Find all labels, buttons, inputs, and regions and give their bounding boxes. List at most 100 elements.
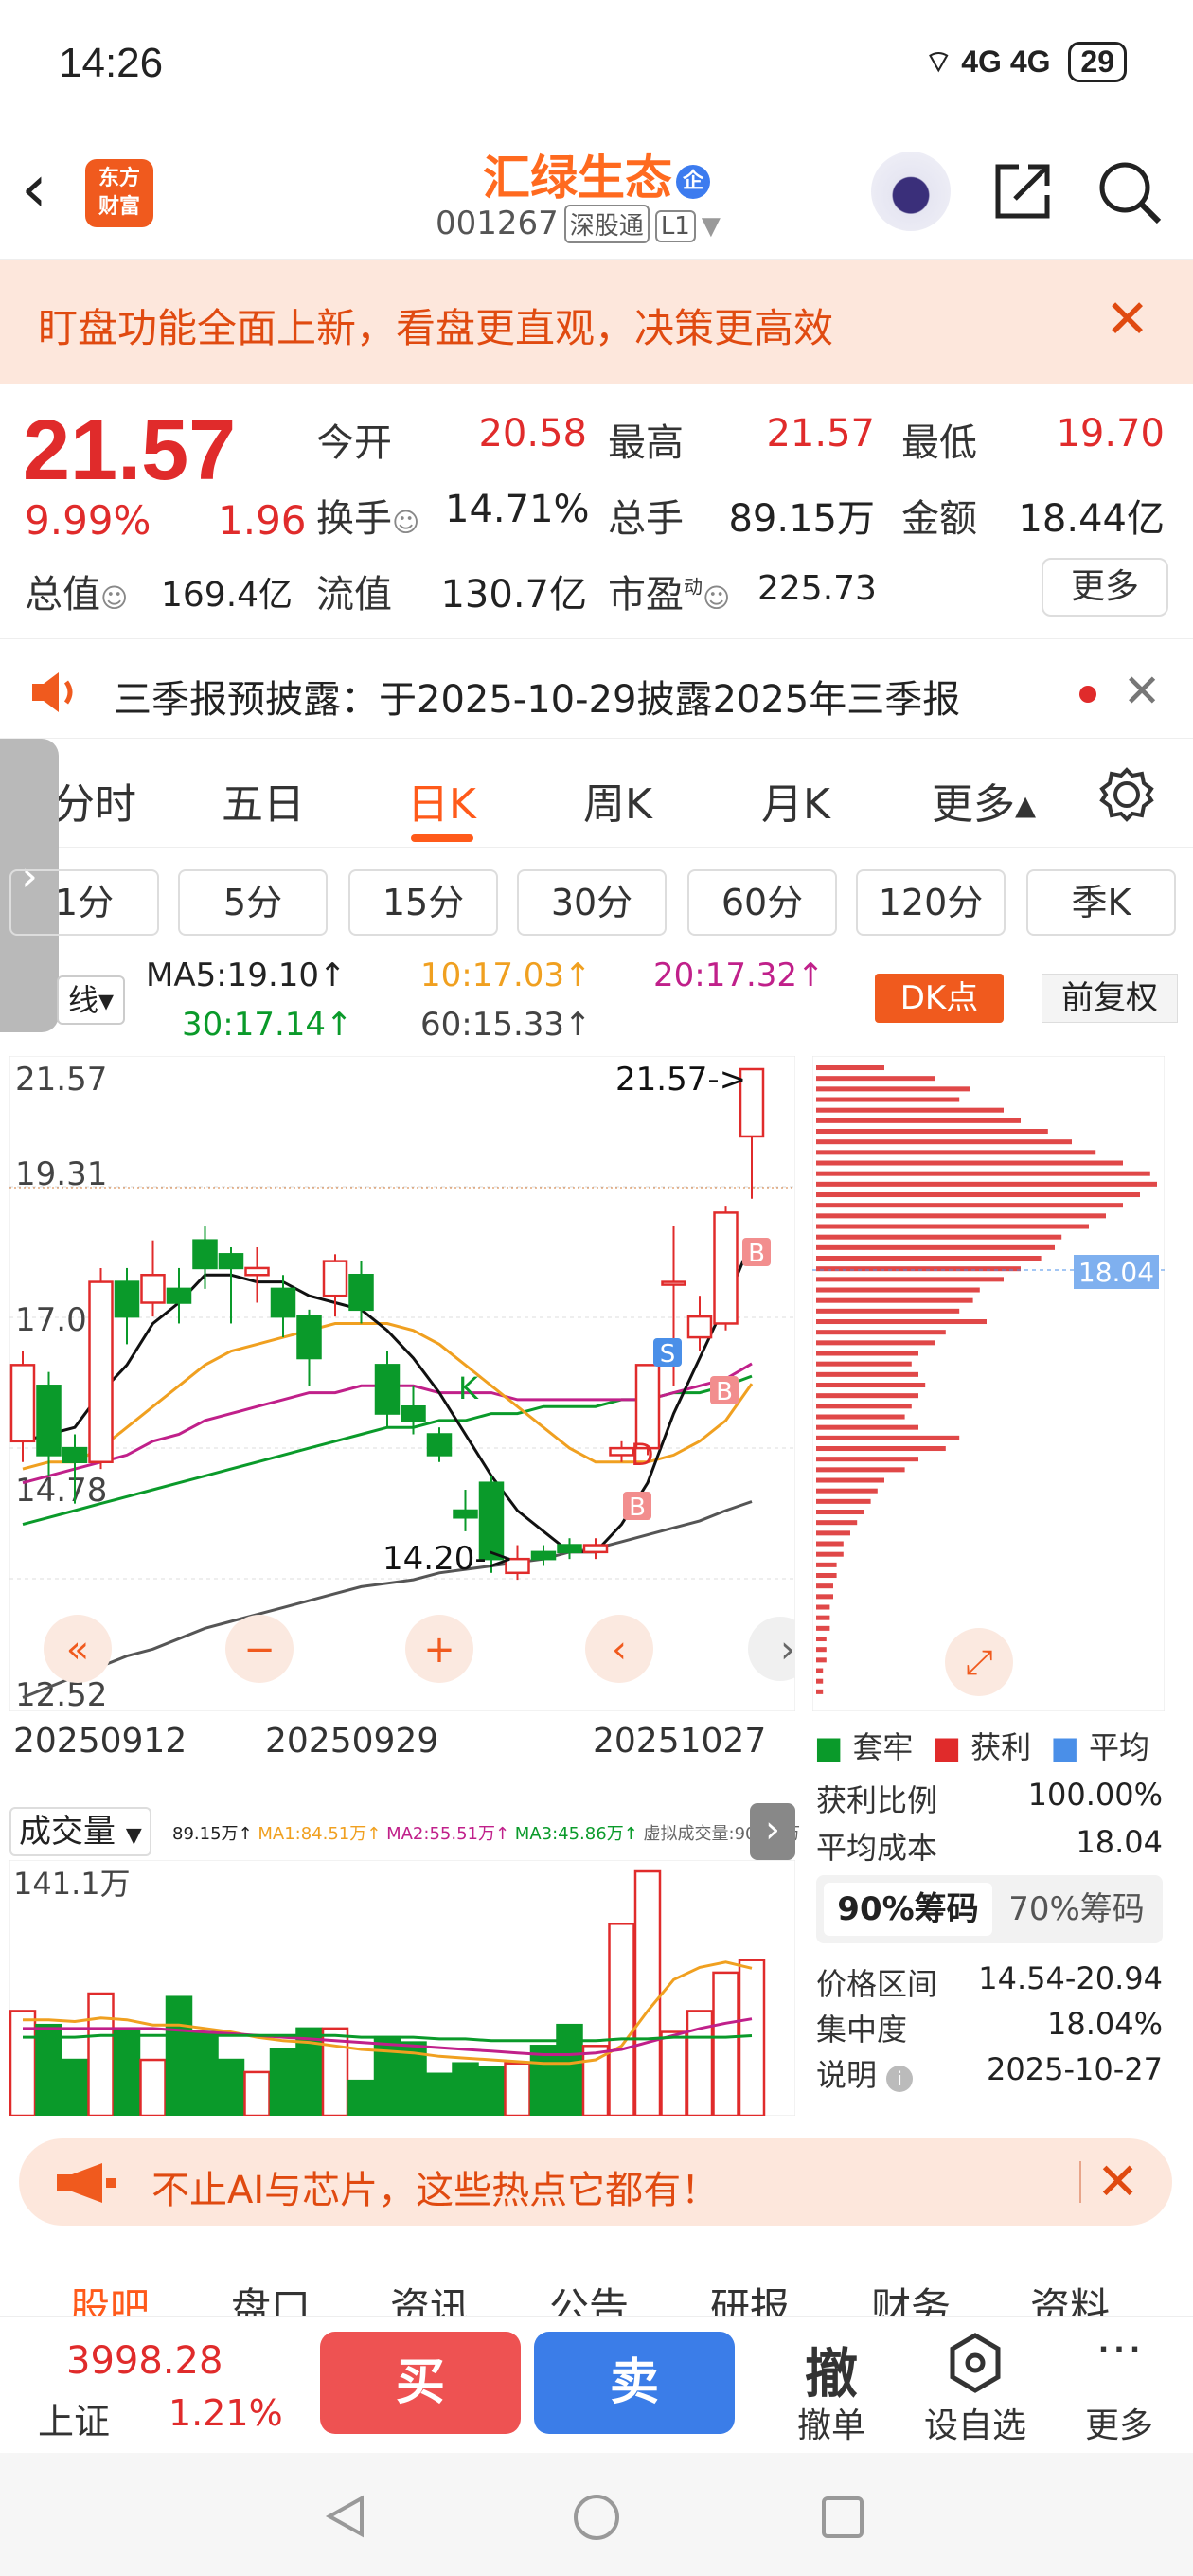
high-label: 最高 (608, 421, 684, 465)
more-icon[interactable]: ··· (1072, 2322, 1166, 2379)
volume-bar (477, 2066, 506, 2116)
stock-name: 汇绿生态企 (473, 140, 720, 208)
close-icon[interactable]: ✕ (1105, 289, 1149, 350)
dk-point-button[interactable]: DK点 (875, 974, 1004, 1023)
tab-weekly-k[interactable]: 周K (583, 770, 652, 831)
chip-bar (816, 1594, 833, 1600)
period-15min[interactable]: 15分 (348, 869, 498, 936)
chip-bar (816, 1340, 935, 1346)
chip-bar (816, 1446, 946, 1452)
tab-announcements[interactable]: 公告 (549, 2276, 629, 2316)
tab-five-day[interactable]: 五日 (222, 770, 305, 831)
tab-chip-90[interactable]: 90%筹码 (824, 1883, 992, 1936)
candle-up (661, 1280, 686, 1286)
adjust-button[interactable]: 前复权 (1042, 974, 1178, 1023)
info-icon[interactable]: ☺ (703, 582, 730, 614)
notice-bar[interactable]: 三季报预披露：于2025-10-29披露2025年三季报 ✕ (0, 644, 1193, 739)
buy-marker: B (748, 1240, 765, 1268)
chip-distribution-chart[interactable]: 18.04 ⤢ (812, 1056, 1165, 1711)
home-nav-icon[interactable] (572, 2493, 621, 2542)
note-date: 2025-10-27 (987, 2051, 1163, 2087)
chip-bar (816, 1097, 960, 1102)
info-icon[interactable]: ☺ (100, 582, 128, 614)
battery-icon: 29 (1068, 42, 1127, 82)
line-type-select[interactable]: 线▾ (57, 975, 125, 1025)
tab-profile[interactable]: 资料 (1030, 2276, 1110, 2316)
cancel-order-label[interactable]: 撤单 (775, 2398, 888, 2447)
quote-panel: 21.57 9.99% 1.96 今开 20.58 最高 21.57 最低 19… (0, 384, 1193, 639)
ai-assistant-icon[interactable] (871, 152, 951, 231)
sell-button[interactable]: 卖 (534, 2332, 735, 2434)
period-5min[interactable]: 5分 (178, 869, 328, 936)
stock-code-row[interactable]: 001267 深股通 L1 ▼ (436, 205, 721, 243)
x-label: 20251027 (593, 1722, 767, 1761)
hot-topics-banner[interactable]: 不止AI与芯片，这些热点它都有！ ✕ (19, 2138, 1172, 2226)
more-label[interactable]: 更多 (1062, 2398, 1176, 2447)
feature-banner[interactable]: 盯盘功能全面上新，看盘更直观，决策更高效 ✕ (0, 260, 1193, 384)
bottom-trade-bar: 3998.28 上证 1.21% 买 卖 撤 撤单 设自选 ··· 更多 (0, 2316, 1193, 2448)
tab-news[interactable]: 资讯 (390, 2276, 470, 2316)
chevron-right-icon[interactable]: › (750, 1803, 795, 1860)
exchange-tag: 深股通 (563, 205, 650, 243)
search-icon[interactable] (1096, 159, 1163, 225)
volume-chart[interactable]: 141.1万 (9, 1860, 795, 2116)
close-icon[interactable]: ✕ (1123, 665, 1161, 718)
candle-down (530, 1550, 557, 1561)
notice-text: 三季报预披露：于2025-10-29披露2025年三季报 (114, 678, 961, 722)
hot-topics-text: 不止AI与芯片，这些热点它都有！ (151, 2169, 720, 2212)
candle-down (401, 1404, 426, 1422)
candle-up (713, 1211, 739, 1325)
tab-research[interactable]: 研报 (710, 2276, 790, 2316)
tab-daily-k[interactable]: 日K (407, 770, 476, 831)
period-quarterly[interactable]: 季K (1026, 869, 1176, 936)
share-icon[interactable] (992, 161, 1055, 222)
buy-button[interactable]: 买 (320, 2332, 521, 2434)
open-value: 20.58 (478, 412, 587, 456)
chip-bar (816, 1498, 871, 1504)
chip-bar (816, 1457, 918, 1462)
chip-bar (816, 1477, 884, 1483)
tab-monthly-k[interactable]: 月K (761, 770, 830, 831)
enterprise-badge: 企 (676, 164, 710, 199)
volume-bar (87, 1992, 115, 2116)
close-icon[interactable]: ✕ (1096, 2152, 1139, 2211)
period-120min[interactable]: 120分 (856, 869, 1006, 936)
tab-orderbook[interactable]: 盘口 (231, 2276, 311, 2316)
more-quote-button[interactable]: 更多 (1042, 558, 1168, 617)
tab-intraday[interactable]: 分时 (53, 770, 136, 831)
tab-finance[interactable]: 财务 (871, 2276, 951, 2316)
cancel-order-icon[interactable]: 撤 (784, 2332, 879, 2408)
period-1min[interactable]: 1分 (9, 869, 159, 936)
chip-bar (816, 1287, 980, 1293)
banner-text: 盯盘功能全面上新，看盘更直观，决策更高效 (38, 305, 834, 351)
candle-down (62, 1446, 88, 1464)
candlestick-chart[interactable]: 21.57 19.31 17.05 14.78 12.52 21.57-> 14… (9, 1056, 795, 1711)
period-30min[interactable]: 30分 (517, 869, 667, 936)
period-60min[interactable]: 60分 (687, 869, 837, 936)
y-label: 19.31 (15, 1155, 107, 1193)
x-label: 20250912 (13, 1722, 187, 1761)
dropdown-icon[interactable]: ▼ (702, 212, 721, 241)
sell-marker: S (660, 1340, 676, 1368)
chip-bar (816, 1530, 850, 1536)
add-watchlist-icon[interactable] (947, 2332, 1004, 2394)
recents-nav-icon[interactable] (820, 2495, 865, 2540)
add-watchlist-label[interactable]: 设自选 (918, 2398, 1032, 2447)
note-label[interactable]: 说明 i (816, 2051, 914, 2095)
volume-bar (633, 1869, 662, 2116)
back-icon[interactable]: ‹ (21, 155, 78, 231)
tab-chip-70[interactable]: 70%筹码 (992, 1883, 1161, 1936)
ma60-label: 60:15.33↑ (420, 1006, 592, 1044)
chip-bar (816, 1308, 960, 1314)
gear-icon[interactable] (1098, 766, 1155, 823)
info-icon[interactable]: ☺ (392, 507, 419, 538)
back-nav-icon[interactable] (322, 2493, 369, 2540)
chip-bar (816, 1637, 827, 1642)
pe-value: 225.73 (757, 569, 877, 608)
volume-indicator-select[interactable]: 成交量 ▼ (9, 1807, 151, 1856)
divider (1079, 2161, 1081, 2203)
volume-bar (556, 2023, 583, 2116)
tab-more[interactable]: 更多▴ (932, 770, 1036, 831)
tab-forum[interactable]: 股吧 (70, 2276, 150, 2316)
index-value[interactable]: 3998.28 (66, 2339, 223, 2383)
